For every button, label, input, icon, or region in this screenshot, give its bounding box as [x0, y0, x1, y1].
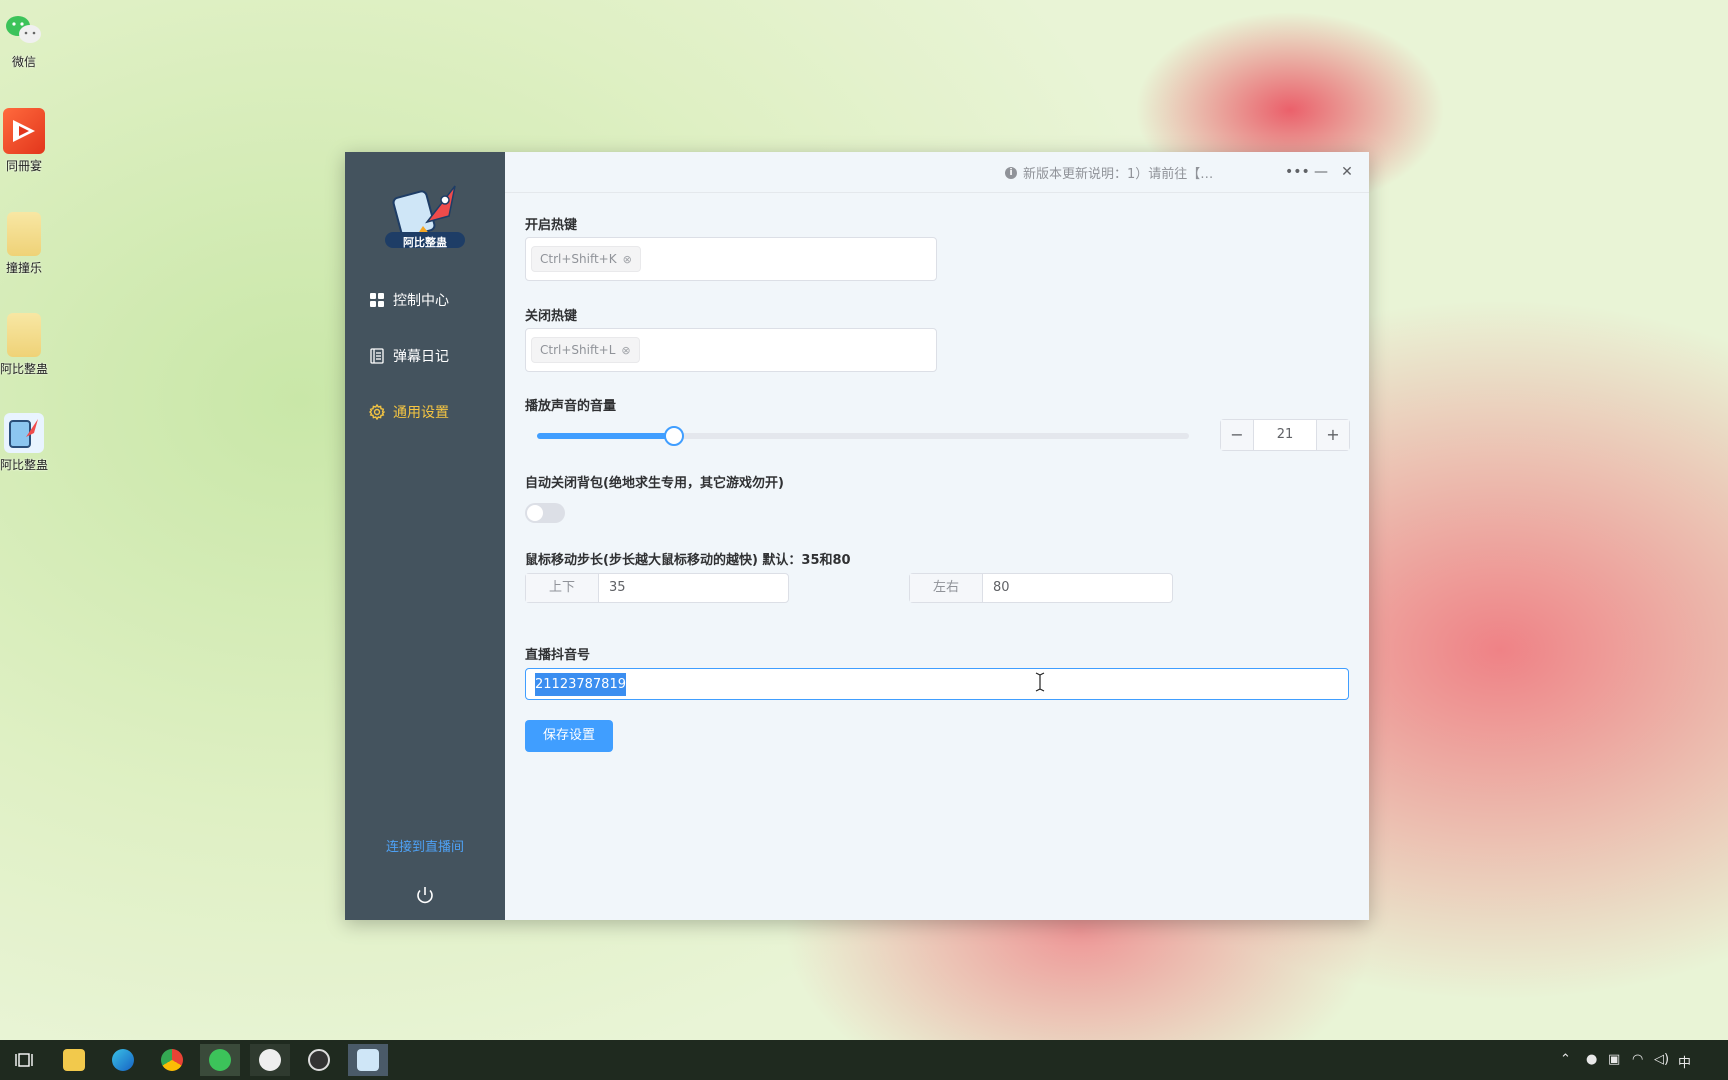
updown-input[interactable]: 35: [599, 574, 788, 602]
hotkey-tag-text: Ctrl+Shift+L: [540, 343, 616, 357]
obs-icon[interactable]: [299, 1044, 339, 1076]
volume-slider-fill: [537, 433, 674, 439]
notebook-icon: [369, 348, 385, 364]
hotkey-tag: Ctrl+Shift+L ⊗: [531, 337, 640, 363]
rocket-app-icon: [4, 413, 44, 453]
app-window: 阿比整蛊 控制中心 弹幕日记 通用设置 连接到直播间 i 新版本更新说明：1）请…: [345, 152, 1369, 920]
douyin-label: 直播抖音号: [525, 648, 591, 663]
updown-prefix: 上下: [526, 574, 599, 602]
title-bar: i 新版本更新说明：1）请前往【… ••• — ✕: [505, 152, 1369, 193]
wechat-taskbar-icon[interactable]: [200, 1044, 240, 1076]
desktop-icon-wechat[interactable]: 微信: [0, 10, 48, 70]
volume-value[interactable]: 21: [1254, 420, 1316, 450]
sidebar-item-general-settings[interactable]: 通用设置: [369, 398, 499, 426]
volume-stepper: − 21 +: [1220, 419, 1350, 451]
leftright-input[interactable]: 80: [983, 574, 1172, 602]
app-logo: 阿比整蛊: [379, 182, 471, 252]
save-settings-button[interactable]: 保存设置: [525, 720, 613, 752]
douyin-id-input[interactable]: 21123787819: [525, 668, 1349, 700]
taskbar: ⌃ ● ▣ ◠ ◁) 中: [0, 1040, 1728, 1080]
leftright-step-field: 左右 80: [909, 573, 1173, 603]
ime-indicator[interactable]: 中: [1678, 1052, 1691, 1071]
file-explorer-icon[interactable]: [54, 1044, 94, 1076]
task-view-icon[interactable]: [4, 1044, 44, 1076]
more-icon[interactable]: •••: [1285, 162, 1310, 182]
desktop-icon-label: 同冊宴: [5, 159, 42, 173]
toggle-knob: [527, 505, 543, 521]
sidebar-item-label: 弹幕日记: [393, 349, 449, 365]
leftright-prefix: 左右: [910, 574, 983, 602]
desktop-icon-label: 微信: [11, 55, 36, 69]
sidebar-item-control-center[interactable]: 控制中心: [369, 286, 499, 314]
folder-icon: [7, 212, 41, 256]
info-icon: i: [1005, 166, 1017, 179]
rocket-app-taskbar-icon[interactable]: [348, 1044, 388, 1076]
music-app-icon[interactable]: [250, 1044, 290, 1076]
volume-slider-handle[interactable]: [663, 426, 684, 446]
tag-close-icon[interactable]: ⊗: [623, 253, 632, 266]
chrome-icon[interactable]: [152, 1044, 192, 1076]
volume-icon[interactable]: ◁): [1654, 1052, 1669, 1067]
wechat-icon: [4, 10, 44, 50]
connect-live-room-link[interactable]: 连接到直播间: [345, 836, 505, 855]
desktop-icon-rocket-app[interactable]: 阿比整蛊: [0, 413, 48, 473]
minimize-icon[interactable]: —: [1311, 162, 1331, 182]
edge-icon[interactable]: [103, 1044, 143, 1076]
device-icon[interactable]: ▣: [1608, 1052, 1620, 1067]
sidebar: 阿比整蛊 控制中心 弹幕日记 通用设置 连接到直播间: [345, 152, 505, 920]
sidebar-item-danmaku-diary[interactable]: 弹幕日记: [369, 342, 499, 370]
app-shortcut-icon: [3, 108, 45, 154]
open-hotkey-field[interactable]: Ctrl+Shift+K ⊗: [525, 237, 937, 281]
desktop-icon-folder-2[interactable]: 阿比整蛊: [0, 313, 48, 377]
folder-icon: [7, 313, 41, 357]
gear-icon: [369, 404, 385, 420]
desktop-icon-app[interactable]: 同冊宴: [0, 108, 48, 174]
main-content: i 新版本更新说明：1）请前往【… ••• — ✕ 开启热键 Ctrl+Shif…: [505, 152, 1369, 920]
microphone-icon[interactable]: ●: [1586, 1052, 1597, 1067]
open-hotkey-label: 开启热键: [525, 218, 578, 233]
increment-button[interactable]: +: [1316, 420, 1349, 450]
hotkey-tag-text: Ctrl+Shift+K: [540, 252, 617, 266]
sidebar-item-label: 控制中心: [393, 293, 449, 309]
tag-close-icon[interactable]: ⊗: [621, 344, 630, 357]
desktop-icon-label: 阿比整蛊: [0, 362, 49, 376]
update-notice[interactable]: i 新版本更新说明：1）请前往【…: [1005, 163, 1213, 182]
hotkey-tag: Ctrl+Shift+K ⊗: [531, 246, 641, 272]
text-cursor-icon: [1035, 672, 1045, 692]
wifi-icon[interactable]: ◠: [1632, 1052, 1643, 1067]
update-notice-text: 新版本更新说明：1）请前往【…: [1023, 167, 1214, 182]
close-hotkey-field[interactable]: Ctrl+Shift+L ⊗: [525, 328, 937, 372]
close-hotkey-label: 关闭热键: [525, 309, 578, 324]
mouse-step-label: 鼠标移动步长(步长越大鼠标移动的越快) 默认：35和80: [525, 553, 851, 568]
desktop-icon-label: 撞撞乐: [5, 261, 42, 275]
power-icon[interactable]: [413, 884, 437, 908]
decrement-button[interactable]: −: [1221, 420, 1254, 450]
sidebar-item-label: 通用设置: [393, 405, 449, 421]
desktop-icon-folder-1[interactable]: 撞撞乐: [0, 212, 48, 276]
updown-step-field: 上下 35: [525, 573, 789, 603]
logo-text: 阿比整蛊: [403, 236, 447, 249]
close-icon[interactable]: ✕: [1337, 162, 1357, 182]
grid-icon: [369, 292, 385, 308]
desktop-icon-label: 阿比整蛊: [0, 458, 49, 472]
show-hidden-icons[interactable]: ⌃: [1560, 1052, 1571, 1067]
selected-text: 21123787819: [535, 672, 626, 696]
auto-close-toggle[interactable]: [525, 503, 565, 523]
volume-label: 播放声音的音量: [525, 399, 617, 414]
volume-slider[interactable]: [537, 426, 1189, 446]
auto-close-label: 自动关闭背包(绝地求生专用，其它游戏勿开): [525, 476, 784, 491]
